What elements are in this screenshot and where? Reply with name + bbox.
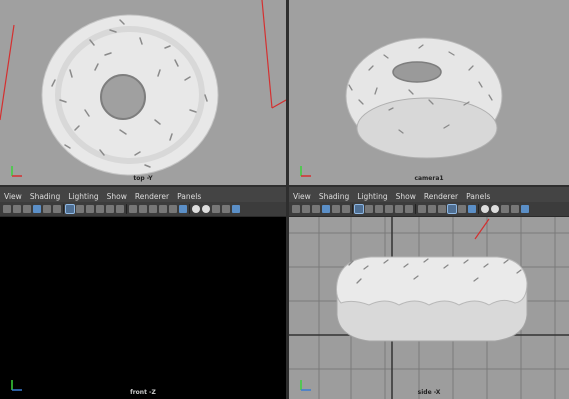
film-gate-icon[interactable]: [53, 205, 61, 213]
safe-action-icon[interactable]: [106, 205, 114, 213]
light-icon[interactable]: [169, 205, 177, 213]
xray-icon[interactable]: [491, 205, 499, 213]
viewport-panel-layout: top -Y camera1 View Shading Lighting Sho…: [0, 0, 569, 399]
safe-action-icon[interactable]: [395, 205, 403, 213]
top-view-canvas: [0, 0, 286, 176]
bookmark-icon[interactable]: [322, 205, 330, 213]
menu-lighting[interactable]: Lighting: [357, 192, 387, 201]
panel-divider-horizontal[interactable]: [0, 185, 569, 187]
wireframe-icon[interactable]: [418, 205, 426, 213]
grid-icon[interactable]: [354, 204, 364, 214]
side-view-grid: [289, 217, 569, 399]
xray-components-icon[interactable]: [511, 205, 519, 213]
camera-attr-icon[interactable]: [23, 205, 31, 213]
safe-title-icon[interactable]: [116, 205, 124, 213]
menu-renderer[interactable]: Renderer: [135, 192, 169, 201]
panel-divider-vertical[interactable]: [286, 0, 289, 399]
ambient-occlusion-icon[interactable]: [521, 205, 529, 213]
select-icon[interactable]: [302, 205, 310, 213]
viewport-side[interactable]: View Shading Lighting Show Renderer Pane…: [289, 187, 569, 399]
bookmark-icon[interactable]: [33, 205, 41, 213]
side-view-canvas[interactable]: [289, 217, 569, 399]
camera-icon[interactable]: [292, 205, 300, 213]
field-chart-icon[interactable]: [385, 205, 393, 213]
toolbar-separator: [189, 204, 190, 214]
toolbar-separator: [352, 204, 353, 214]
shadows-icon[interactable]: [468, 205, 476, 213]
donut-camera-model: [345, 37, 503, 159]
shadows-icon[interactable]: [179, 205, 187, 213]
viewport-label: top -Y: [133, 175, 153, 182]
donut-top-model: [41, 14, 219, 176]
menu-lighting[interactable]: Lighting: [68, 192, 98, 201]
xray-components-icon[interactable]: [222, 205, 230, 213]
camera-icon[interactable]: [3, 205, 11, 213]
xray-icon[interactable]: [202, 205, 210, 213]
field-chart-icon[interactable]: [96, 205, 104, 213]
viewport-toolbar: [0, 202, 286, 217]
menu-show[interactable]: Show: [107, 192, 127, 201]
film-gate-icon[interactable]: [342, 205, 350, 213]
menu-panels[interactable]: Panels: [466, 192, 490, 201]
light-icon[interactable]: [458, 205, 466, 213]
toolbar-separator: [478, 204, 479, 214]
image-plane-icon[interactable]: [332, 205, 340, 213]
shaded-icon[interactable]: [139, 205, 147, 213]
viewport-toolbar: [289, 202, 569, 217]
isolate-icon[interactable]: [192, 205, 200, 213]
viewport-menubar: View Shading Lighting Show Renderer Pane…: [0, 190, 286, 202]
wireframe-icon[interactable]: [129, 205, 137, 213]
shaded-icon[interactable]: [428, 205, 436, 213]
toolbar-separator: [126, 204, 127, 214]
gate-mask-icon[interactable]: [375, 205, 383, 213]
menu-view[interactable]: View: [293, 192, 311, 201]
viewport-label: side -X: [417, 389, 441, 396]
wireframe-on-shaded-icon[interactable]: [149, 205, 157, 213]
grid-icon[interactable]: [65, 204, 75, 214]
front-view-canvas[interactable]: [0, 217, 286, 399]
menu-renderer[interactable]: Renderer: [424, 192, 458, 201]
viewport-label: camera1: [414, 175, 444, 182]
camera-attr-icon[interactable]: [312, 205, 320, 213]
menu-shading[interactable]: Shading: [30, 192, 60, 201]
textured-icon[interactable]: [159, 205, 167, 213]
camera-view-canvas: [345, 37, 503, 159]
resolution-gate-icon[interactable]: [76, 205, 84, 213]
toolbar-separator: [63, 204, 64, 214]
menu-shading[interactable]: Shading: [319, 192, 349, 201]
resolution-gate-icon[interactable]: [365, 205, 373, 213]
viewport-camera[interactable]: camera1: [289, 0, 569, 185]
xray-joints-icon[interactable]: [212, 205, 220, 213]
gate-mask-icon[interactable]: [86, 205, 94, 213]
menu-view[interactable]: View: [4, 192, 22, 201]
viewport-label: front -Z: [130, 389, 156, 396]
wireframe-on-shaded-icon[interactable]: [438, 205, 446, 213]
viewport-top[interactable]: top -Y: [0, 0, 286, 185]
image-plane-icon[interactable]: [43, 205, 51, 213]
toolbar-separator: [415, 204, 416, 214]
ambient-occlusion-icon[interactable]: [232, 205, 240, 213]
select-icon[interactable]: [13, 205, 21, 213]
textured-icon[interactable]: [447, 204, 457, 214]
donut-side-model: [336, 256, 528, 342]
safe-title-icon[interactable]: [405, 205, 413, 213]
xray-joints-icon[interactable]: [501, 205, 509, 213]
isolate-icon[interactable]: [481, 205, 489, 213]
viewport-menubar: View Shading Lighting Show Renderer Pane…: [289, 190, 569, 202]
menu-show[interactable]: Show: [396, 192, 416, 201]
viewport-front[interactable]: View Shading Lighting Show Renderer Pane…: [0, 187, 286, 399]
menu-panels[interactable]: Panels: [177, 192, 201, 201]
